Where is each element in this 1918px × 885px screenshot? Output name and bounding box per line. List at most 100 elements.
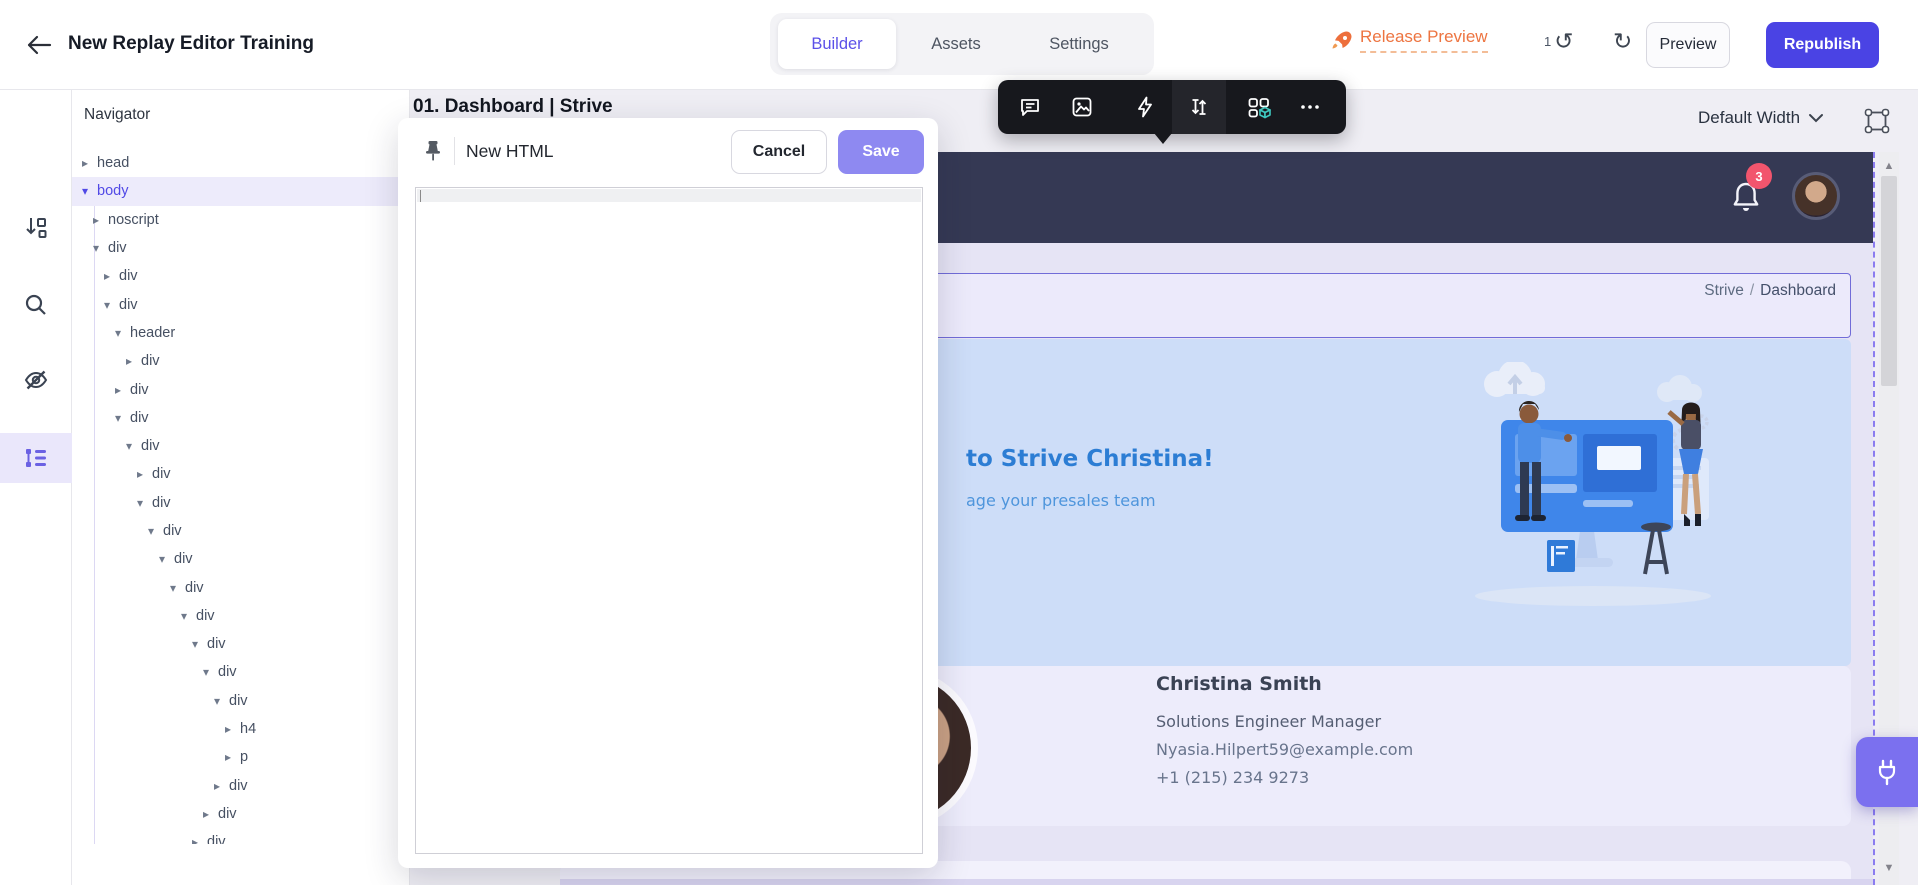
tree-node-div[interactable]: ▾ div [72, 687, 409, 715]
tree-node-label: head [97, 155, 130, 172]
caret-down-icon[interactable]: ▾ [80, 184, 90, 198]
caret-right-icon[interactable]: ▸ [223, 750, 233, 764]
caret-down-icon[interactable]: ▾ [146, 524, 156, 538]
tree-node-div[interactable]: ▾ div [72, 432, 409, 460]
tree-node-div[interactable]: ▾ div [72, 630, 409, 658]
mode-tabs: Builder Assets Settings [770, 13, 1154, 75]
caret-down-icon[interactable]: ▾ [102, 298, 112, 312]
tree-node-head[interactable]: ▸ head [72, 149, 409, 177]
caret-down-icon[interactable]: ▾ [135, 496, 145, 510]
html-code-editor[interactable] [415, 187, 923, 854]
tree-node-label: div [119, 268, 138, 285]
caret-right-icon[interactable]: ▸ [223, 722, 233, 736]
tree-node-label: div [218, 664, 237, 681]
welcome-subheading: age your presales team [966, 491, 1156, 510]
tree-node-label: div [152, 466, 171, 483]
tree-node-body[interactable]: ▾ body [72, 177, 409, 206]
artboard-frame-icon[interactable] [1862, 106, 1892, 136]
tree-node-div[interactable]: ▸ div [72, 772, 409, 800]
lightning-icon[interactable] [1133, 95, 1157, 119]
caret-down-icon[interactable]: ▾ [212, 694, 222, 708]
back-arrow-icon[interactable] [26, 33, 52, 57]
tab-settings[interactable]: Settings [1016, 19, 1142, 69]
tree-node-div[interactable]: ▾ div [72, 489, 409, 517]
tab-builder[interactable]: Builder [778, 19, 896, 69]
caret-right-icon[interactable]: ▸ [80, 156, 90, 170]
tree-node-div[interactable]: ▸ div [72, 800, 409, 828]
tree-node-div[interactable]: ▸ div [72, 828, 409, 844]
caret-down-icon[interactable]: ▾ [113, 326, 123, 340]
caret-down-icon[interactable]: ▾ [113, 411, 123, 425]
top-bar: New Replay Editor Training Builder Asset… [0, 0, 1918, 90]
tree-node-div[interactable]: ▾ div [72, 404, 409, 432]
caret-down-icon[interactable]: ▾ [124, 439, 134, 453]
caret-down-icon[interactable]: ▾ [201, 665, 211, 679]
caret-down-icon[interactable]: ▾ [179, 609, 189, 623]
caret-right-icon[interactable]: ▸ [91, 213, 101, 227]
tree-node-div[interactable]: ▾ div [72, 517, 409, 545]
hide-element-icon[interactable] [0, 355, 72, 405]
header-avatar[interactable] [1792, 172, 1840, 220]
tab-assets[interactable]: Assets [902, 19, 1010, 69]
navigator-title: Navigator [84, 106, 151, 123]
blocks-cube-icon[interactable] [1246, 95, 1271, 119]
caret-right-icon[interactable]: ▸ [212, 779, 222, 793]
scroll-up-icon[interactable]: ▲ [1879, 160, 1899, 172]
caret-down-icon[interactable]: ▾ [157, 552, 167, 566]
undo-icon[interactable]: ↺ [1554, 30, 1573, 53]
tree-node-div[interactable]: ▾ div [72, 290, 409, 318]
comment-icon[interactable] [1018, 95, 1042, 119]
tree-node-div[interactable]: ▸ div [72, 460, 409, 488]
republish-button[interactable]: Republish [1766, 22, 1879, 68]
caret-down-icon[interactable]: ▾ [91, 241, 101, 255]
pin-icon[interactable] [420, 138, 446, 164]
tree-node-div[interactable]: ▾ div [72, 234, 409, 262]
caret-right-icon[interactable]: ▸ [190, 835, 200, 844]
search-icon[interactable] [0, 280, 72, 330]
tree-node-label: div [119, 296, 138, 313]
tree-node-div[interactable]: ▾ div [72, 573, 409, 601]
release-preview-label: Release Preview [1360, 27, 1488, 53]
tree-node-label: div [141, 438, 160, 455]
redo-icon[interactable]: ↻ [1613, 28, 1632, 54]
caret-right-icon[interactable]: ▸ [113, 383, 123, 397]
tree-node-p[interactable]: ▸ p [72, 743, 409, 771]
cancel-button[interactable]: Cancel [731, 130, 827, 174]
scrollbar-thumb[interactable] [1881, 176, 1897, 386]
tree-node-div[interactable]: ▾ div [72, 602, 409, 630]
caret-down-icon[interactable]: ▾ [168, 581, 178, 595]
caret-down-icon[interactable]: ▾ [190, 637, 200, 651]
editor-active-line [417, 189, 921, 202]
tree-node-div[interactable]: ▾ div [72, 658, 409, 686]
tree-node-div[interactable]: ▸ div [72, 347, 409, 375]
tree-node-label: div [207, 834, 226, 844]
image-icon[interactable] [1070, 95, 1094, 119]
breadcrumb-current: Dashboard [1760, 282, 1836, 299]
adjust-arrows-icon[interactable] [1187, 95, 1211, 119]
breadcrumb-parent[interactable]: Strive [1704, 282, 1744, 299]
caret-right-icon[interactable]: ▸ [124, 354, 134, 368]
tree-node-label: div [141, 353, 160, 370]
welcome-illustration [1435, 362, 1747, 614]
more-icon[interactable] [1298, 95, 1322, 119]
tree-node-div[interactable]: ▸ div [72, 262, 409, 290]
width-selector[interactable]: Default Width [1698, 108, 1824, 128]
plugin-connector-button[interactable] [1856, 737, 1918, 807]
tree-node-h4[interactable]: ▸ h4 [72, 715, 409, 743]
navigator-tree-icon[interactable] [0, 433, 72, 483]
undo-group: 1 ↺ [1544, 30, 1574, 53]
caret-right-icon[interactable]: ▸ [135, 467, 145, 481]
caret-right-icon[interactable]: ▸ [102, 269, 112, 283]
tree-node-div[interactable]: ▸ div [72, 375, 409, 403]
caret-right-icon[interactable]: ▸ [201, 807, 211, 821]
insert-element-icon[interactable] [0, 203, 72, 253]
preview-button[interactable]: Preview [1646, 22, 1730, 68]
release-preview-link[interactable]: Release Preview [1330, 27, 1488, 53]
replay-editor-app: 3 Strive / Dashboard to Strive Christina! … [0, 0, 1918, 885]
tree-node-label: div [174, 551, 193, 568]
scroll-down-icon[interactable]: ▼ [1879, 862, 1899, 874]
tree-node-noscript[interactable]: ▸ noscript [72, 206, 409, 234]
tree-node-header[interactable]: ▾ header [72, 319, 409, 347]
tree-node-div[interactable]: ▾ div [72, 545, 409, 573]
save-button[interactable]: Save [838, 130, 924, 174]
